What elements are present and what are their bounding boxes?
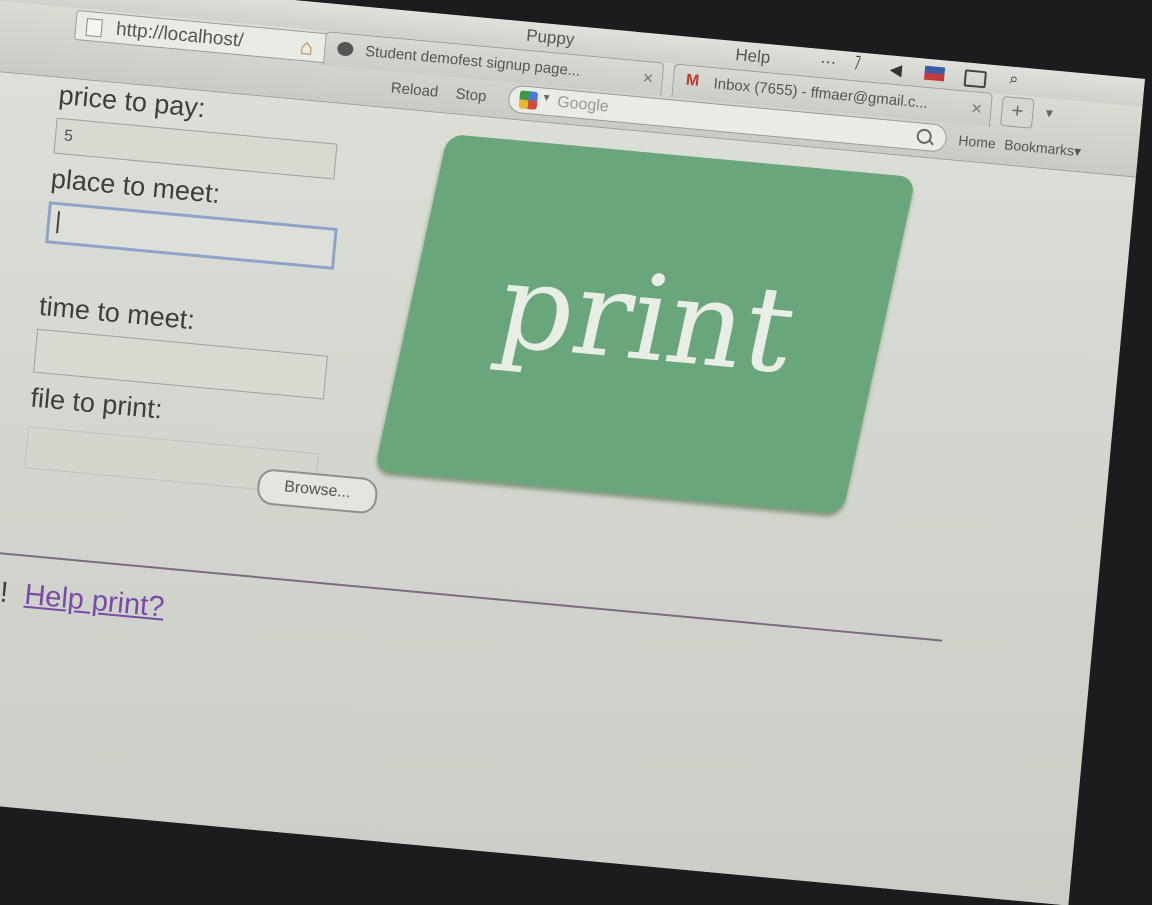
stop-button[interactable]: Stop: [455, 85, 487, 105]
bookmarks-menu[interactable]: Bookmarks▾: [1003, 136, 1082, 160]
help-menu[interactable]: Help: [734, 45, 772, 68]
gmail-icon: M: [685, 71, 700, 90]
reload-button[interactable]: Reload: [390, 79, 439, 100]
search-engine-dropdown-icon[interactable]: ▼: [541, 92, 552, 104]
tab-close-icon[interactable]: ✕: [969, 92, 984, 125]
tab-favicon-icon: [336, 41, 354, 57]
search-icon[interactable]: [916, 128, 933, 145]
time-label: time to meet:: [37, 290, 197, 336]
place-field[interactable]: [45, 201, 338, 270]
home-icon[interactable]: ⌂: [299, 32, 315, 63]
battery-icon[interactable]: [963, 69, 987, 89]
text-caret: [56, 211, 61, 234]
new-tab-button[interactable]: +: [1000, 95, 1035, 129]
tab-close-icon[interactable]: ✕: [641, 62, 656, 95]
volume-icon[interactable]: ◀: [889, 59, 903, 80]
google-logo-icon[interactable]: [518, 90, 539, 110]
search-placeholder: Google: [556, 93, 610, 116]
app-menu[interactable]: Puppy: [525, 26, 575, 50]
spotlight-icon[interactable]: ⌕: [1009, 71, 1020, 90]
tab-menu-icon[interactable]: ▼: [1043, 106, 1056, 121]
print-button[interactable]: print: [374, 133, 916, 514]
home-bookmark[interactable]: Home: [958, 132, 997, 151]
flag-icon[interactable]: [923, 65, 946, 82]
file-label: file to print:: [29, 382, 164, 425]
url-text: http://localhost/: [115, 18, 245, 52]
wifi-icon[interactable]: ⧶: [854, 56, 861, 74]
page-icon: [85, 18, 103, 38]
page-content: price to pay: 5 place to meet: time to m…: [0, 68, 1136, 905]
status-dots: ···: [819, 52, 837, 72]
greeting-text: Hi!: [0, 573, 10, 610]
help-print-link[interactable]: Help print?: [23, 579, 166, 625]
projected-screen: Puppy Help ··· ⧶ ◀ ⌕ http://localhost/ ⌂…: [0, 0, 1145, 905]
browse-button[interactable]: Browse...: [255, 467, 379, 515]
